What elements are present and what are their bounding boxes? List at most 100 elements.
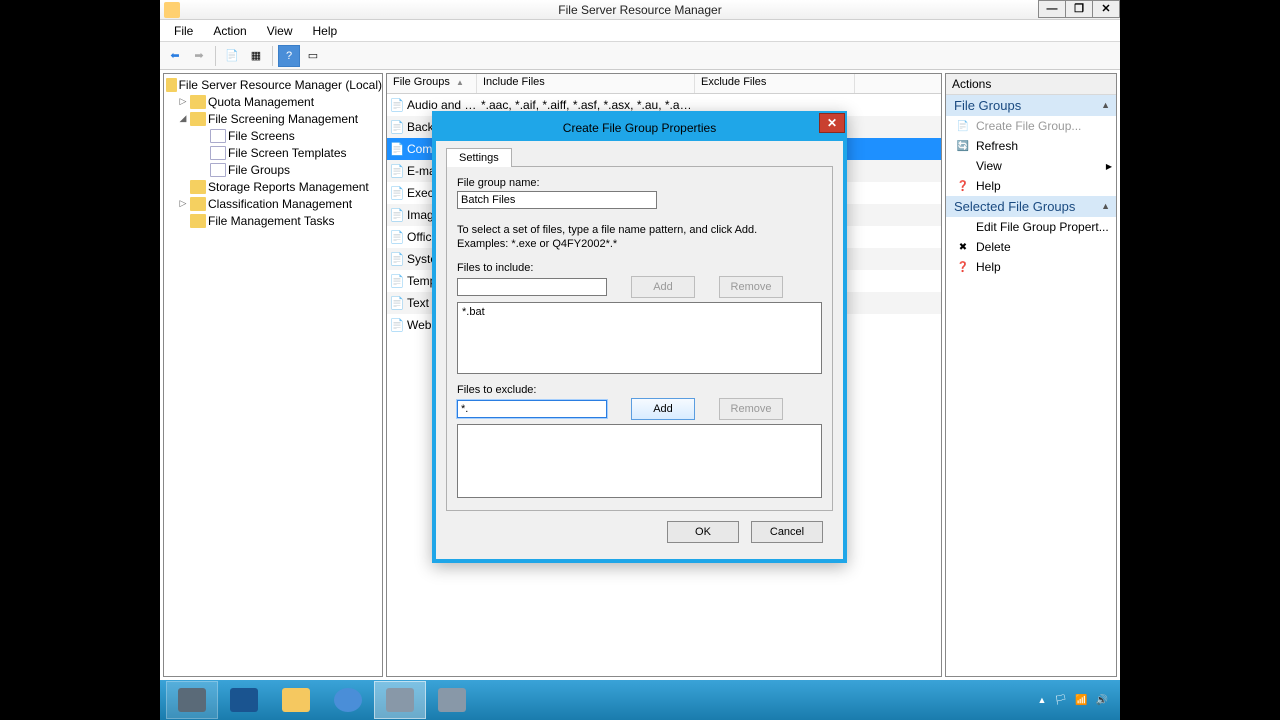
action-item[interactable]: Edit File Group Propert... <box>946 217 1116 237</box>
actions-header: Actions <box>946 74 1116 95</box>
refresh-icon: 🔄 <box>956 139 970 153</box>
file-icon <box>210 129 226 143</box>
new-icon: 📄 <box>956 119 970 133</box>
dialog-close-button[interactable]: ✕ <box>819 113 845 133</box>
create-file-group-dialog: Create File Group Properties ✕ Settings … <box>432 111 847 563</box>
help-icon[interactable]: ? <box>278 45 300 67</box>
close-button[interactable]: ✕ <box>1092 0 1120 18</box>
dialog-title-bar[interactable]: Create File Group Properties ✕ <box>436 115 843 141</box>
file-icon <box>210 163 226 177</box>
actions-section-file-groups[interactable]: File Groups▲ <box>946 95 1116 116</box>
toolbar-icon-3[interactable]: ▭ <box>302 45 324 67</box>
taskbar-app-1[interactable] <box>322 681 374 719</box>
view-icon <box>956 159 970 173</box>
edit-icon <box>956 220 970 234</box>
tree-item[interactable]: File Groups <box>164 161 382 178</box>
taskbar-powershell[interactable] <box>218 681 270 719</box>
action-item[interactable]: ❓Help <box>946 257 1116 277</box>
tree-item[interactable]: ▷Classification Management <box>164 195 382 212</box>
tree-item[interactable]: Storage Reports Management <box>164 178 382 195</box>
expander-icon[interactable]: ◢ <box>178 113 188 124</box>
folder-icon <box>190 214 206 228</box>
exclude-add-button[interactable]: Add <box>631 398 695 420</box>
file-group-icon: 📄 <box>387 230 407 244</box>
taskbar-fsrm[interactable] <box>374 681 426 719</box>
file-group-icon: 📄 <box>387 186 407 200</box>
nav-forward-icon[interactable]: ➡ <box>188 45 210 67</box>
taskbar-server-manager[interactable] <box>166 681 218 719</box>
expander-icon[interactable]: ▷ <box>178 96 188 107</box>
folder-icon <box>190 112 206 126</box>
file-group-name-input[interactable] <box>457 191 657 209</box>
actions-pane: Actions File Groups▲ 📄Create File Group.… <box>945 73 1117 677</box>
toolbar-icon-2[interactable]: ▦ <box>245 45 267 67</box>
menu-view[interactable]: View <box>259 22 301 40</box>
action-item[interactable]: 🔄Refresh <box>946 136 1116 156</box>
actions-section-selected[interactable]: Selected File Groups▲ <box>946 196 1116 217</box>
file-group-icon: 📄 <box>387 142 407 156</box>
taskbar: ▲ 🏳 📶 🔊 <box>160 680 1120 720</box>
file-group-icon: 📄 <box>387 208 407 222</box>
action-item[interactable]: ✖Delete <box>946 237 1116 257</box>
include-list[interactable]: *.bat <box>457 302 822 374</box>
file-group-icon: 📄 <box>387 164 407 178</box>
tree-root[interactable]: File Server Resource Manager (Local) <box>164 76 382 93</box>
toolbar-icon-1[interactable]: 📄 <box>221 45 243 67</box>
title-bar: File Server Resource Manager — ❐ ✕ <box>160 0 1120 20</box>
tree-item[interactable]: ▷Quota Management <box>164 93 382 110</box>
file-icon <box>210 146 226 160</box>
ok-button[interactable]: OK <box>667 521 739 543</box>
minimize-button[interactable]: — <box>1038 0 1066 18</box>
menu-bar: File Action View Help <box>160 20 1120 42</box>
help-icon: ❓ <box>956 179 970 193</box>
exclude-label: Files to exclude: <box>457 384 822 396</box>
tray-flag-icon[interactable]: 🏳 <box>1054 695 1067 706</box>
delete-icon: ✖ <box>956 240 970 254</box>
exclude-remove-button[interactable]: Remove <box>719 398 783 420</box>
include-remove-button[interactable]: Remove <box>719 276 783 298</box>
include-label: Files to include: <box>457 262 822 274</box>
tree-item[interactable]: ◢File Screening Management <box>164 110 382 127</box>
expander-icon[interactable]: ▷ <box>178 198 188 209</box>
menu-file[interactable]: File <box>166 22 201 40</box>
nav-back-icon[interactable]: ⬅ <box>164 45 186 67</box>
folder-icon <box>190 95 206 109</box>
tray-network-icon[interactable]: 📶 <box>1075 695 1087 706</box>
taskbar-explorer[interactable] <box>270 681 322 719</box>
menu-action[interactable]: Action <box>205 22 254 40</box>
app-icon <box>164 2 180 18</box>
tree-item[interactable]: File Screens <box>164 127 382 144</box>
help-icon: ❓ <box>956 260 970 274</box>
tree-item[interactable]: File Screen Templates <box>164 144 382 161</box>
file-group-icon: 📄 <box>387 252 407 266</box>
include-add-button[interactable]: Add <box>631 276 695 298</box>
tray-overflow-icon[interactable]: ▲ <box>1037 695 1046 705</box>
instructions: To select a set of files, type a file na… <box>457 223 822 252</box>
tree-item[interactable]: File Management Tasks <box>164 212 382 229</box>
action-item[interactable]: ❓Help <box>946 176 1116 196</box>
action-item[interactable]: View▶ <box>946 156 1116 176</box>
exclude-list[interactable] <box>457 424 822 498</box>
menu-help[interactable]: Help <box>305 22 346 40</box>
include-pattern-input[interactable] <box>457 278 607 296</box>
cancel-button[interactable]: Cancel <box>751 521 823 543</box>
folder-icon <box>166 78 177 92</box>
tab-settings[interactable]: Settings <box>446 148 512 167</box>
exclude-pattern-input[interactable] <box>457 400 607 418</box>
dialog-title: Create File Group Properties <box>563 121 716 135</box>
name-label: File group name: <box>457 177 822 189</box>
toolbar: ⬅ ➡ 📄 ▦ ? ▭ <box>160 42 1120 70</box>
system-tray[interactable]: ▲ 🏳 📶 🔊 <box>1037 695 1114 706</box>
window-title: File Server Resource Manager <box>558 3 721 17</box>
action-item[interactable]: 📄Create File Group... <box>946 116 1116 136</box>
file-group-icon: 📄 <box>387 120 407 134</box>
file-group-icon: 📄 <box>387 296 407 310</box>
maximize-button[interactable]: ❐ <box>1065 0 1093 18</box>
tree-pane: File Server Resource Manager (Local) ▷Qu… <box>163 73 383 677</box>
file-group-icon: 📄 <box>387 274 407 288</box>
taskbar-app-2[interactable] <box>426 681 478 719</box>
file-group-icon: 📄 <box>387 98 407 112</box>
column-headers[interactable]: File Groups ▲ Include Files Exclude File… <box>387 74 941 94</box>
tray-sound-icon[interactable]: 🔊 <box>1096 695 1108 706</box>
collapse-icon: ▲ <box>1101 201 1110 211</box>
